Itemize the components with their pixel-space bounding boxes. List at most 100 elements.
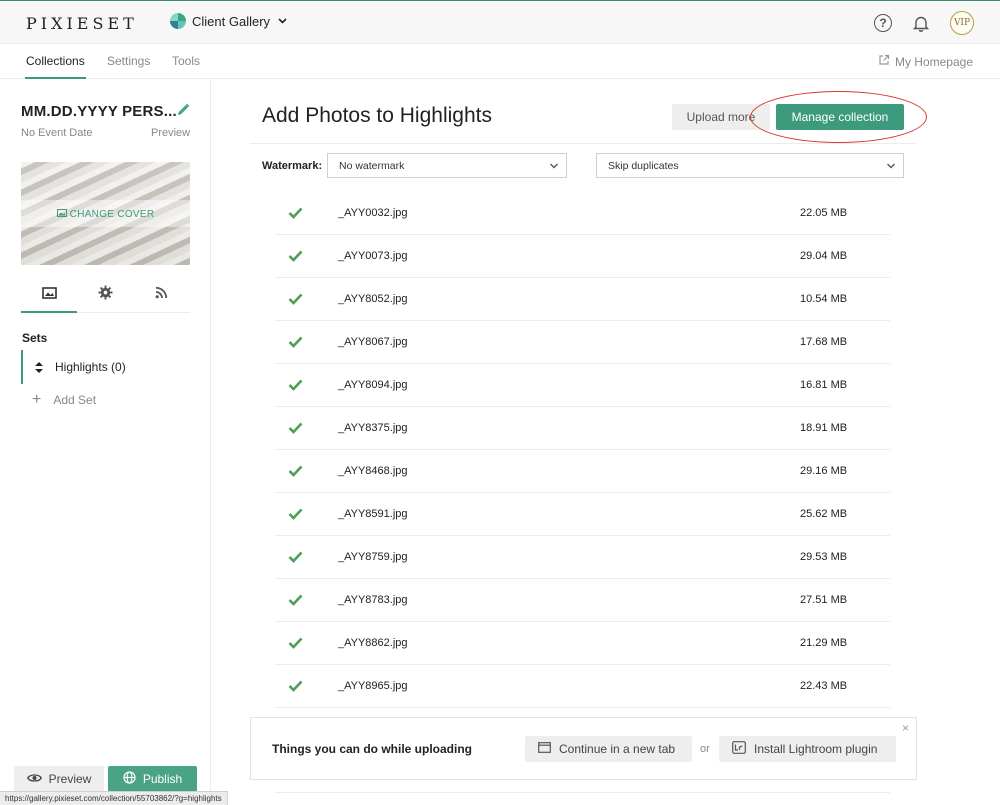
chevron-down-icon: [886, 160, 896, 175]
tab-settings[interactable]: Settings: [107, 54, 150, 68]
vip-badge[interactable]: VIP: [950, 11, 974, 35]
file-name: _AYY8862.jpg: [338, 637, 408, 649]
file-size: 21.29 MB: [800, 637, 848, 649]
duplicates-select[interactable]: Skip duplicates: [596, 153, 904, 178]
globe-icon: [123, 771, 136, 787]
set-item-highlights[interactable]: Highlights (0): [21, 350, 190, 384]
checkmark-icon: [288, 550, 303, 568]
tab-tools[interactable]: Tools: [172, 54, 200, 68]
change-cover-label: CHANGE COVER: [69, 209, 155, 220]
sidebar-tabs: [21, 278, 190, 313]
continue-in-new-tab-button[interactable]: Continue in a new tab: [525, 736, 692, 762]
bell-icon[interactable]: [912, 14, 930, 32]
publish-button[interactable]: Publish: [108, 766, 197, 792]
help-icon[interactable]: ?: [874, 14, 892, 32]
browser-window-icon: [538, 742, 551, 756]
file-name: _AYY8468.jpg: [338, 465, 408, 477]
file-size: 29.16 MB: [800, 465, 848, 477]
add-set-button[interactable]: + Add Set: [32, 391, 97, 408]
file-row: _AYY8094.jpg 16.81 MB: [275, 364, 890, 407]
file-name: _AYY8759.jpg: [338, 551, 408, 563]
sets-heading: Sets: [22, 331, 48, 345]
file-size: 10.54 MB: [800, 293, 848, 305]
chevron-down-icon: [278, 16, 287, 27]
publish-button-label: Publish: [142, 772, 183, 786]
file-name: _AYY8375.jpg: [338, 422, 408, 434]
checkmark-icon: [288, 593, 303, 611]
file-row: _AYY0032.jpg 22.05 MB: [275, 192, 890, 235]
file-row: _AYY8375.jpg 18.91 MB: [275, 407, 890, 450]
duplicates-select-value: Skip duplicates: [608, 159, 679, 172]
install-lightroom-plugin-button[interactable]: Install Lightroom plugin: [719, 736, 896, 762]
chevron-down-icon: [549, 160, 559, 175]
rss-icon: [155, 286, 168, 304]
tab-collections[interactable]: Collections: [25, 54, 86, 79]
file-name: _AYY8965.jpg: [338, 680, 408, 692]
file-name: _AYY8783.jpg: [338, 594, 408, 606]
my-homepage-label: My Homepage: [894, 54, 973, 69]
image-icon: [41, 286, 57, 304]
file-name: _AYY0032.jpg: [338, 207, 408, 219]
checkmark-icon: [288, 249, 303, 267]
file-size: 22.05 MB: [800, 207, 848, 219]
preview-button-label: Preview: [48, 772, 92, 786]
sidebar: MM.DD.YYYY PERS... No Event Date Preview…: [0, 80, 211, 805]
top-bar: PIXIESET Client Gallery ? VIP: [0, 2, 1000, 44]
file-row: _AYY8783.jpg 27.51 MB: [275, 579, 890, 622]
preview-link[interactable]: Preview: [151, 127, 190, 139]
file-size: 29.04 MB: [800, 250, 848, 262]
client-gallery-icon: [170, 13, 186, 29]
collection-title[interactable]: MM.DD.YYYY PERS...: [21, 103, 177, 120]
file-name: _AYY0073.jpg: [338, 250, 408, 262]
upload-more-button[interactable]: Upload more: [672, 104, 770, 130]
file-row: _AYY8067.jpg 17.68 MB: [275, 321, 890, 364]
or-separator: or: [700, 743, 710, 755]
plus-icon: +: [32, 391, 42, 408]
change-cover-button[interactable]: CHANGE COVER: [21, 209, 190, 220]
upload-file-list: _AYY0032.jpg 22.05 MB _AYY0073.jpg 29.04…: [275, 192, 890, 708]
divider: [275, 792, 890, 793]
file-row: _AYY0073.jpg 29.04 MB: [275, 235, 890, 278]
sort-icon[interactable]: [34, 361, 44, 373]
checkmark-icon: [288, 464, 303, 482]
browser-status-bar: https://gallery.pixieset.com/collection/…: [0, 791, 228, 805]
main-nav: Collections Settings Tools My Homepage: [0, 44, 1000, 79]
divider: [250, 143, 916, 144]
set-item-label: Highlights (0): [55, 360, 126, 374]
file-size: 25.62 MB: [800, 508, 848, 520]
app-switcher[interactable]: Client Gallery: [170, 13, 287, 29]
upload-tip-panel: Things you can do while uploading Contin…: [250, 717, 917, 780]
checkmark-icon: [288, 421, 303, 439]
tab-collection-settings[interactable]: [77, 278, 133, 312]
file-row: _AYY8759.jpg 29.53 MB: [275, 536, 890, 579]
external-link-icon: [878, 54, 890, 69]
tab-photos[interactable]: [21, 278, 78, 313]
my-homepage-link[interactable]: My Homepage: [878, 54, 973, 69]
file-name: _AYY8067.jpg: [338, 336, 408, 348]
checkmark-icon: [288, 378, 303, 396]
app-switcher-label: Client Gallery: [192, 13, 271, 29]
pencil-icon[interactable]: [176, 103, 190, 122]
eye-icon: [26, 772, 42, 786]
add-set-label: Add Set: [53, 393, 97, 407]
event-date[interactable]: No Event Date: [21, 127, 93, 139]
file-row: _AYY8468.jpg 29.16 MB: [275, 450, 890, 493]
pixieset-logo[interactable]: PIXIESET: [26, 14, 138, 33]
file-row: _AYY8591.jpg 25.62 MB: [275, 493, 890, 536]
gear-icon: [98, 285, 113, 305]
file-row: _AYY8052.jpg 10.54 MB: [275, 278, 890, 321]
watermark-select-value: No watermark: [339, 159, 405, 172]
file-row: _AYY8965.jpg 22.43 MB: [275, 665, 890, 708]
close-icon[interactable]: ×: [902, 722, 909, 734]
file-size: 18.91 MB: [800, 422, 848, 434]
checkmark-icon: [288, 292, 303, 310]
tab-rss[interactable]: [134, 278, 190, 312]
manage-collection-button[interactable]: Manage collection: [776, 104, 904, 130]
file-size: 29.53 MB: [800, 551, 848, 563]
preview-button[interactable]: Preview: [14, 766, 104, 792]
file-size: 27.51 MB: [800, 594, 848, 606]
watermark-select[interactable]: No watermark: [327, 153, 567, 178]
watermark-label: Watermark:: [262, 160, 323, 172]
upload-tip-text: Things you can do while uploading: [272, 742, 472, 756]
checkmark-icon: [288, 507, 303, 525]
